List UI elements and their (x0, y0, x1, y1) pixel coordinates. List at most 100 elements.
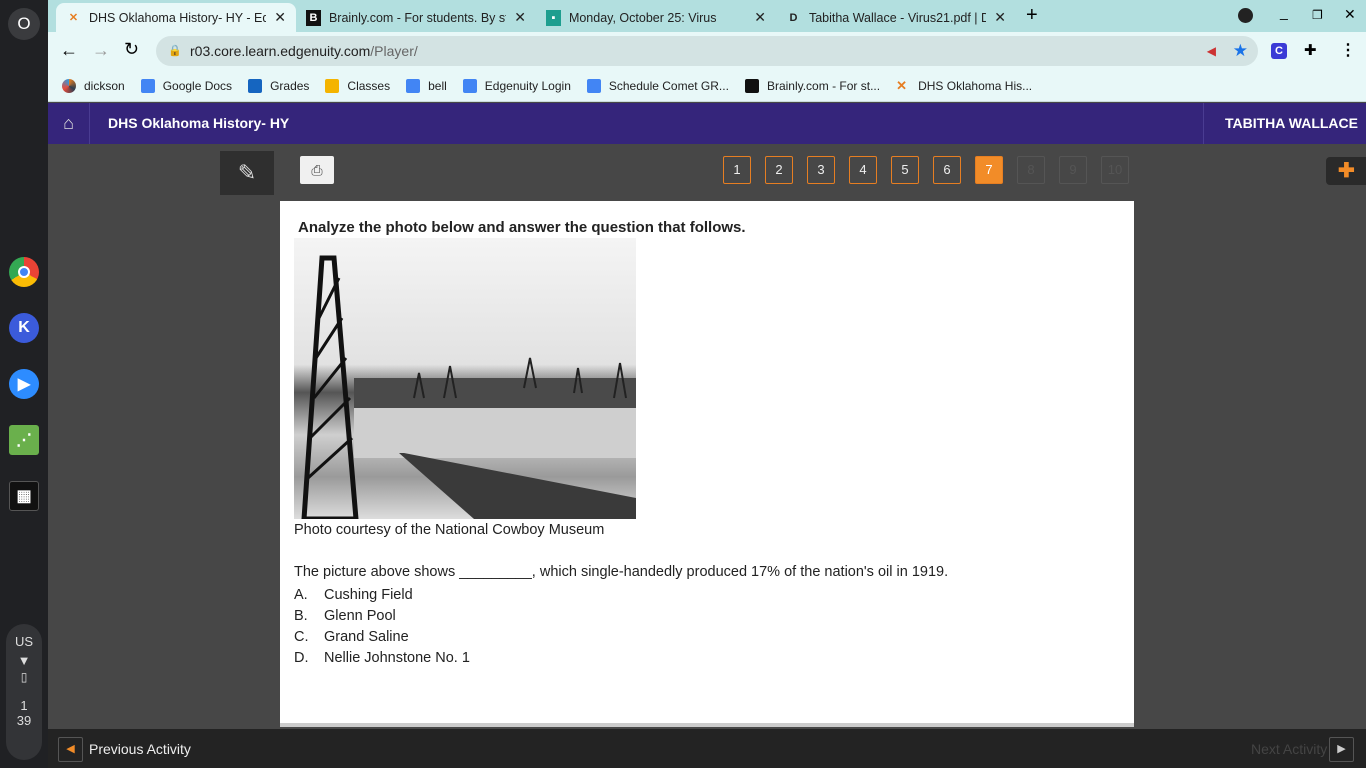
question-panel: Analyze the photo below and answer the q… (280, 201, 1134, 727)
choice-letter: A. (294, 587, 308, 603)
oil-field-photo (294, 238, 636, 519)
bookmark[interactable]: bell (406, 78, 447, 93)
url-host: r03.core.learn.edgenuity.com (190, 43, 371, 59)
system-tray[interactable]: US ▼ ▯ 1 39 (6, 624, 42, 760)
extensions-puzzle-icon[interactable]: ✚ (1304, 41, 1317, 59)
page-button-current[interactable]: 7 (975, 156, 1003, 184)
browser-menu-icon[interactable]: ⋮ (1340, 40, 1356, 60)
edgenuity-icon: ✕ (896, 77, 907, 93)
tab-dochub[interactable]: D Tabitha Wallace - Virus21.pdf | DocHub ✕ (776, 3, 1016, 32)
brainly-favicon: B (306, 9, 321, 26)
page-button[interactable]: 5 (891, 156, 919, 184)
back-button[interactable]: ← (60, 40, 78, 61)
expand-tools-button[interactable]: ✚ (1326, 157, 1366, 185)
bookmark-label: dickson (84, 78, 125, 93)
tab-edgenuity[interactable]: ✕ DHS Oklahoma History- HY - Edgenuity ✕ (56, 3, 296, 32)
previous-arrow-icon[interactable]: ◀ (58, 737, 83, 762)
choice-b[interactable]: B. Glenn Pool (294, 606, 470, 627)
close-tab-icon[interactable]: ✕ (514, 9, 526, 26)
page-button-disabled: 10 (1101, 156, 1129, 184)
pencil-tool-button[interactable]: ✎ (220, 151, 274, 195)
battery-icon: ▯ (20, 670, 28, 684)
docs-icon (406, 78, 421, 93)
choice-text: Grand Saline (324, 629, 409, 645)
tab-brainly[interactable]: B Brainly.com - For students. By students… (296, 3, 536, 32)
tab-title: DHS Oklahoma History- HY - Edgenuity (88, 10, 267, 25)
close-tab-icon[interactable]: ✕ (754, 9, 766, 26)
forward-button[interactable]: → (92, 40, 110, 61)
reload-button[interactable]: ↻ (124, 39, 139, 60)
tab-title: Tabitha Wallace - Virus21.pdf | DocHub (808, 10, 987, 25)
docs-icon (586, 78, 601, 93)
page-button-disabled: 9 (1059, 156, 1087, 184)
question-stem: The picture above shows _________, which… (294, 564, 949, 580)
bookmarks-bar: dickson Google Docs Grades Classes bell … (48, 70, 1366, 102)
bookmark-label: Classes (347, 78, 391, 93)
docs-icon (462, 78, 477, 93)
page-button[interactable]: 1 (723, 156, 751, 184)
url-path: /Player/ (370, 43, 418, 59)
user-name[interactable]: TABITHA WALLACE (1203, 103, 1358, 144)
instruction: Analyze the photo below and answer the q… (298, 219, 746, 236)
os-shelf: O K ▶ ⋰ ▦ US ▼ ▯ 1 39 (0, 0, 48, 768)
bookmark-label: Google Docs (162, 78, 233, 93)
page-button[interactable]: 6 (933, 156, 961, 184)
home-button[interactable]: ⌂ (48, 103, 90, 144)
choice-text: Cushing Field (324, 587, 413, 603)
k-app-icon[interactable]: K (9, 313, 39, 343)
next-activity-link: Next Activity (1251, 741, 1328, 757)
browser-chrome: ✕ DHS Oklahoma History- HY - Edgenuity ✕ B… (48, 0, 1366, 102)
print-button[interactable]: ⎙ (300, 156, 334, 184)
launcher-button[interactable]: O (8, 8, 40, 40)
answer-choices: A. Cushing Field B. Glenn Pool C. Grand Sal… (294, 585, 470, 669)
choice-c[interactable]: C. Grand Saline (294, 627, 470, 648)
choice-a[interactable]: A. Cushing Field (294, 585, 470, 606)
page-button[interactable]: 4 (849, 156, 877, 184)
bookmark[interactable]: Classes (325, 78, 391, 93)
bookmark[interactable]: Grades (248, 78, 310, 93)
classroom-favicon: ▪ (546, 9, 561, 26)
activity-footer: ◀ Previous Activity Next Activity ▶ (48, 729, 1366, 768)
close-tab-icon[interactable]: ✕ (994, 9, 1006, 26)
bookmark[interactable]: dickson (62, 78, 125, 93)
dochub-favicon: D (789, 11, 798, 24)
tab-strip: ✕ DHS Oklahoma History- HY - Edgenuity ✕ B… (48, 0, 1366, 32)
clock-hour: 1 (20, 698, 28, 713)
bookmark[interactable]: ✕ DHS Oklahoma His... (896, 77, 1032, 93)
bookmark[interactable]: Google Docs (140, 78, 233, 93)
close-tab-icon[interactable]: ✕ (274, 9, 286, 26)
course-title: DHS Oklahoma History- HY (108, 115, 290, 131)
choice-letter: C. (294, 629, 309, 645)
bookmark-star-icon[interactable]: ★ (1233, 36, 1248, 66)
extension-c-icon[interactable]: C (1271, 43, 1287, 59)
close-window-button[interactable]: ✕ (1344, 6, 1356, 23)
bookmark[interactable]: Edgenuity Login (462, 78, 571, 93)
classroom-icon (325, 78, 340, 93)
bookmark-label: Edgenuity Login (484, 78, 571, 93)
choice-text: Glenn Pool (324, 608, 396, 624)
bookmark-label: Grades (270, 78, 310, 93)
course-header: ⌂ DHS Oklahoma History- HY TABITHA WALLA… (48, 103, 1366, 144)
previous-activity-link[interactable]: Previous Activity (89, 741, 191, 757)
minimize-button[interactable]: _ (1280, 4, 1288, 20)
choice-d[interactable]: D. Nellie Johnstone No. 1 (294, 648, 470, 669)
page-button[interactable]: 2 (765, 156, 793, 184)
bookmark-label: Brainly.com - For st... (766, 78, 881, 93)
blocked-sound-icon[interactable]: ◀ (1207, 36, 1216, 66)
page-button[interactable]: 3 (807, 156, 835, 184)
chrome-app-icon[interactable] (9, 257, 39, 287)
input-language: US (14, 634, 34, 649)
tab-classroom[interactable]: ▪ Monday, October 25: Virus ✕ (536, 3, 776, 32)
bookmark[interactable]: Schedule Comet GR... (586, 78, 729, 93)
clock-minute: 39 (16, 713, 32, 728)
tab-search-icon[interactable] (1238, 8, 1253, 23)
bookmark-label: bell (428, 78, 447, 93)
calculator-app-icon[interactable]: ▦ (9, 481, 39, 511)
zoom-app-icon[interactable]: ▶ (9, 369, 39, 399)
new-tab-button[interactable]: + (1026, 4, 1038, 27)
bookmark[interactable]: Brainly.com - For st... (744, 78, 881, 93)
address-bar[interactable]: 🔒 r03.core.learn.edgenuity.com/Player/ ◀ … (156, 36, 1258, 66)
choice-letter: B. (294, 608, 308, 624)
geogebra-app-icon[interactable]: ⋰ (9, 425, 39, 455)
restore-button[interactable]: ❐ (1312, 8, 1323, 22)
